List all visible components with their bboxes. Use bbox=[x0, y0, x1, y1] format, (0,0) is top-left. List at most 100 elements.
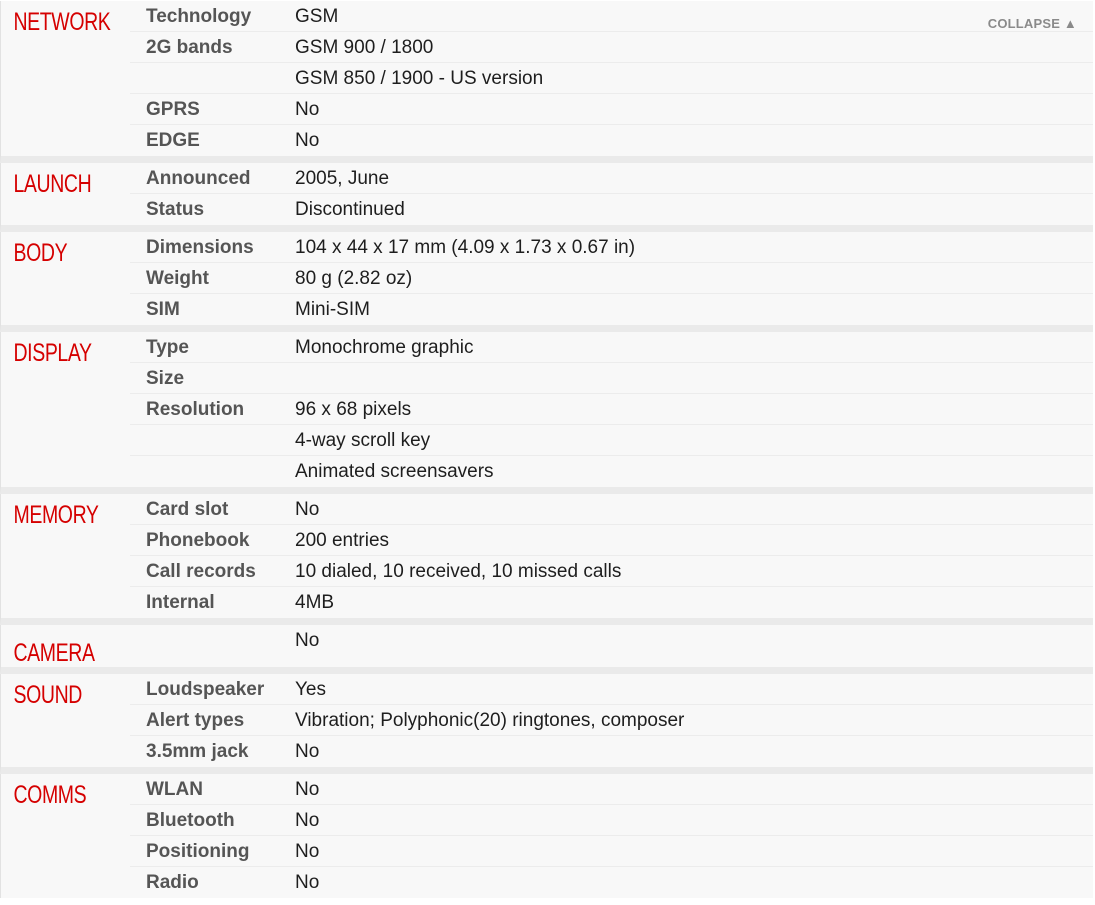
spec-rows: Technology GSM 2G bands GSM 900 / 1800 GSM 8… bbox=[130, 1, 1093, 156]
spec-row: Weight 80 g (2.82 oz) bbox=[130, 263, 1093, 294]
spec-row: Phonebook 200 entries bbox=[130, 525, 1093, 556]
spec-row: Status Discontinued bbox=[130, 194, 1093, 225]
spec-rows: Card slot No Phonebook 200 entries Call reco… bbox=[130, 494, 1093, 618]
spec-row: Size bbox=[130, 363, 1093, 394]
spec-label[interactable]: EDGE bbox=[130, 125, 295, 156]
spec-value: 4MB bbox=[295, 592, 335, 613]
spec-label[interactable]: Technology bbox=[130, 1, 295, 31]
spec-label[interactable]: Radio bbox=[130, 867, 295, 898]
spec-value: 80 g (2.82 oz) bbox=[295, 268, 413, 289]
spec-label[interactable]: Positioning bbox=[130, 836, 295, 866]
section-title: MEMORY bbox=[13, 501, 99, 529]
spec-label[interactable]: Dimensions bbox=[130, 232, 295, 262]
spec-section-display: DISPLAY Type Monochrome graphic Size Resolut… bbox=[0, 332, 1093, 494]
spec-value: 104 x 44 x 17 mm (4.09 x 1.73 x 0.67 in) bbox=[295, 237, 636, 258]
spec-label[interactable]: 2G bands bbox=[130, 32, 295, 62]
spec-value: Animated screensavers bbox=[295, 461, 494, 482]
spec-value: GSM 850 / 1900 - US version bbox=[295, 68, 544, 89]
spec-rows: Announced 2005, June Status Discontinued bbox=[130, 163, 1093, 225]
spec-label[interactable] bbox=[130, 63, 295, 93]
spec-label[interactable]: Bluetooth bbox=[130, 805, 295, 835]
section-title: BODY bbox=[13, 239, 68, 267]
spec-row: GSM 850 / 1900 - US version bbox=[130, 63, 1093, 94]
spec-row: Animated screensavers bbox=[130, 456, 1093, 487]
spec-label[interactable]: Size bbox=[130, 363, 295, 393]
spec-label[interactable]: Weight bbox=[130, 263, 295, 293]
section-title: CAMERA bbox=[13, 639, 95, 667]
spec-label[interactable] bbox=[130, 456, 295, 487]
spec-label[interactable]: Internal bbox=[130, 587, 295, 618]
spec-value: No bbox=[295, 741, 320, 762]
spec-section-memory: MEMORY Card slot No Phonebook 200 entries Cal… bbox=[0, 494, 1093, 625]
spec-label[interactable] bbox=[130, 625, 295, 666]
spec-value: No bbox=[295, 130, 320, 151]
spec-label[interactable]: Announced bbox=[130, 163, 295, 193]
spec-row: Technology GSM bbox=[130, 1, 1093, 32]
spec-value bbox=[295, 363, 1093, 393]
spec-row: Bluetooth No bbox=[130, 805, 1093, 836]
spec-row: Positioning No bbox=[130, 836, 1093, 867]
spec-row: Type Monochrome graphic bbox=[130, 332, 1093, 363]
spec-label[interactable]: Type bbox=[130, 332, 295, 362]
spec-label[interactable]: Loudspeaker bbox=[130, 674, 295, 704]
spec-label[interactable]: WLAN bbox=[130, 774, 295, 804]
section-title: COMMS bbox=[13, 781, 87, 809]
spec-section-launch: LAUNCH Announced 2005, June Status Discontin… bbox=[0, 163, 1093, 232]
spec-rows: Dimensions 104 x 44 x 17 mm (4.09 x 1.73 … bbox=[130, 232, 1093, 325]
spec-section-network: NETWORK Technology GSM 2G bands GSM 900 / 18… bbox=[0, 1, 1093, 163]
spec-value: Discontinued bbox=[295, 199, 405, 220]
spec-rows: No bbox=[130, 625, 1093, 667]
section-title: LAUNCH bbox=[13, 170, 92, 198]
spec-value: 2005, June bbox=[295, 168, 390, 189]
spec-label[interactable]: Alert types bbox=[130, 705, 295, 735]
spec-label[interactable]: Phonebook bbox=[130, 525, 295, 555]
spec-value: GSM 900 / 1800 bbox=[295, 37, 434, 58]
spec-row: Internal 4MB bbox=[130, 587, 1093, 618]
spec-value: 4-way scroll key bbox=[295, 430, 431, 451]
spec-value: 200 entries bbox=[295, 530, 390, 551]
spec-section-camera: CAMERA No bbox=[0, 625, 1093, 674]
spec-row: GPRS No bbox=[130, 94, 1093, 125]
spec-value: No bbox=[295, 779, 320, 800]
spec-value: No bbox=[295, 841, 320, 862]
spec-value: No bbox=[295, 630, 320, 651]
spec-rows: WLAN No Bluetooth No Positioning No Radio No bbox=[130, 774, 1093, 898]
spec-row: Card slot No bbox=[130, 494, 1093, 525]
spec-row: EDGE No bbox=[130, 125, 1093, 156]
spec-rows: Type Monochrome graphic Size Resolution 96 x… bbox=[130, 332, 1093, 487]
section-title: NETWORK bbox=[13, 8, 111, 36]
spec-label[interactable]: GPRS bbox=[130, 94, 295, 124]
spec-sheet: NETWORK Technology GSM 2G bands GSM 900 / 18… bbox=[0, 0, 1093, 898]
spec-value: No bbox=[295, 499, 320, 520]
collapse-button[interactable]: COLLAPSE ▲ bbox=[988, 16, 1077, 31]
spec-value: Monochrome graphic bbox=[295, 337, 474, 358]
spec-row: SIM Mini-SIM bbox=[130, 294, 1093, 325]
spec-row: Dimensions 104 x 44 x 17 mm (4.09 x 1.73 … bbox=[130, 232, 1093, 263]
spec-row: 3.5mm jack No bbox=[130, 736, 1093, 767]
spec-value: 96 x 68 pixels bbox=[295, 399, 412, 420]
spec-label[interactable] bbox=[130, 425, 295, 455]
spec-label[interactable]: Card slot bbox=[130, 494, 295, 524]
spec-value: Vibration; Polyphonic(20) ringtones, com… bbox=[295, 710, 685, 731]
spec-row: Announced 2005, June bbox=[130, 163, 1093, 194]
spec-value: Mini-SIM bbox=[295, 299, 370, 320]
spec-section-sound: SOUND Loudspeaker Yes Alert types Vibration;… bbox=[0, 674, 1093, 774]
spec-row: 2G bands GSM 900 / 1800 bbox=[130, 32, 1093, 63]
spec-row: Call records 10 dialed, 10 received, 10 m… bbox=[130, 556, 1093, 587]
spec-section-body: BODY Dimensions 104 x 44 x 17 mm (4.09 x 1… bbox=[0, 232, 1093, 332]
spec-label[interactable]: SIM bbox=[130, 294, 295, 325]
spec-label[interactable]: 3.5mm jack bbox=[130, 736, 295, 767]
section-title: SOUND bbox=[13, 681, 82, 709]
spec-label[interactable]: Resolution bbox=[130, 394, 295, 424]
spec-value: 10 dialed, 10 received, 10 missed calls bbox=[295, 561, 622, 582]
section-title: DISPLAY bbox=[13, 339, 92, 367]
spec-label[interactable]: Status bbox=[130, 194, 295, 225]
spec-value: No bbox=[295, 99, 320, 120]
spec-rows: Loudspeaker Yes Alert types Vibration; Poly… bbox=[130, 674, 1093, 767]
spec-value: GSM bbox=[295, 6, 339, 27]
spec-value: No bbox=[295, 872, 320, 893]
spec-label[interactable]: Call records bbox=[130, 556, 295, 586]
spec-value: Yes bbox=[295, 679, 326, 700]
spec-row: WLAN No bbox=[130, 774, 1093, 805]
spec-row: No bbox=[130, 625, 1093, 666]
